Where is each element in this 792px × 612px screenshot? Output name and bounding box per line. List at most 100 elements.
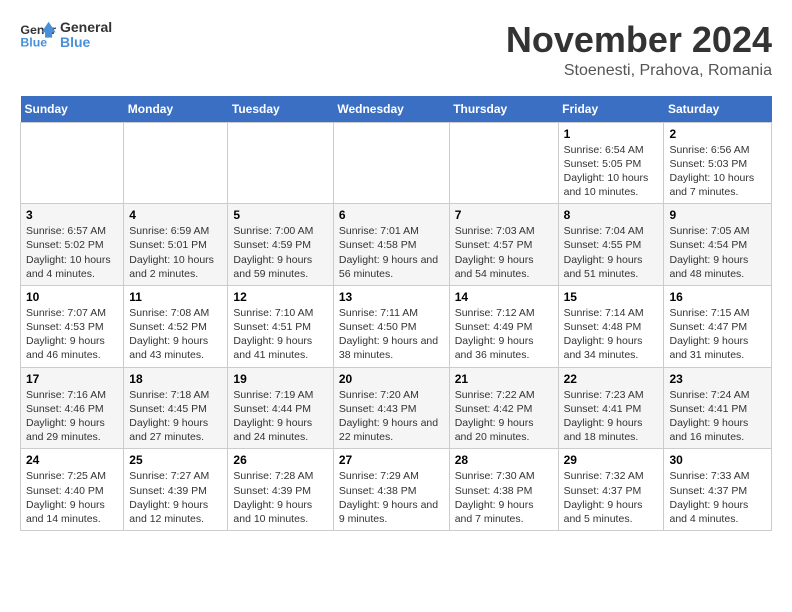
day-info: Sunrise: 7:22 AMSunset: 4:42 PMDaylight:… bbox=[455, 388, 553, 445]
day-number: 26 bbox=[233, 453, 327, 467]
day-number: 13 bbox=[339, 290, 444, 304]
logo-line1: General bbox=[60, 20, 112, 35]
day-info: Sunrise: 7:05 AMSunset: 4:54 PMDaylight:… bbox=[669, 224, 766, 281]
header: General Blue General Blue November 2024 … bbox=[20, 20, 772, 80]
header-monday: Monday bbox=[124, 96, 228, 123]
day-cell bbox=[228, 122, 333, 204]
day-info: Sunrise: 7:28 AMSunset: 4:39 PMDaylight:… bbox=[233, 469, 327, 526]
day-cell: 5Sunrise: 7:00 AMSunset: 4:59 PMDaylight… bbox=[228, 204, 333, 286]
day-info: Sunrise: 7:19 AMSunset: 4:44 PMDaylight:… bbox=[233, 388, 327, 445]
day-cell: 24 Sunrise: 7:25 AMSunset: 4:40 PMDayligh… bbox=[21, 449, 124, 531]
day-cell: 8Sunrise: 7:04 AMSunset: 4:55 PMDaylight… bbox=[558, 204, 664, 286]
week-row-2: 3Sunrise: 6:57 AMSunset: 5:02 PMDaylight… bbox=[21, 204, 772, 286]
day-number: 5 bbox=[233, 208, 327, 222]
day-info: Sunrise: 7:30 AMSunset: 4:38 PMDaylight:… bbox=[455, 469, 553, 526]
day-cell: 12Sunrise: 7:10 AMSunset: 4:51 PMDayligh… bbox=[228, 285, 333, 367]
day-cell: 22 Sunrise: 7:23 AMSunset: 4:41 PMDayligh… bbox=[558, 367, 664, 449]
day-info: Sunrise: 7:18 AMSunset: 4:45 PMDaylight:… bbox=[129, 388, 222, 445]
day-info: Sunrise: 7:29 AMSunset: 4:38 PMDaylight:… bbox=[339, 469, 444, 526]
day-cell: 4 Sunrise: 6:59 AMSunset: 5:01 PMDaylight… bbox=[124, 204, 228, 286]
title-block: November 2024 Stoenesti, Prahova, Romani… bbox=[506, 20, 772, 80]
day-info: Sunrise: 7:12 AMSunset: 4:49 PMDaylight:… bbox=[455, 306, 553, 363]
day-info: Sunrise: 7:04 AMSunset: 4:55 PMDaylight:… bbox=[564, 224, 659, 281]
day-cell: 13 Sunrise: 7:11 AMSunset: 4:50 PMDayligh… bbox=[333, 285, 449, 367]
day-number: 24 bbox=[26, 453, 118, 467]
day-number: 28 bbox=[455, 453, 553, 467]
day-number: 11 bbox=[129, 290, 222, 304]
day-info: Sunrise: 7:15 AMSunset: 4:47 PMDaylight:… bbox=[669, 306, 766, 363]
day-info: Sunrise: 7:25 AMSunset: 4:40 PMDaylight:… bbox=[26, 469, 118, 526]
day-cell: 18 Sunrise: 7:18 AMSunset: 4:45 PMDayligh… bbox=[124, 367, 228, 449]
day-number: 3 bbox=[26, 208, 118, 222]
day-info: Sunrise: 7:24 AMSunset: 4:41 PMDaylight:… bbox=[669, 388, 766, 445]
day-info: Sunrise: 7:23 AMSunset: 4:41 PMDaylight:… bbox=[564, 388, 659, 445]
day-number: 27 bbox=[339, 453, 444, 467]
logo-line2: Blue bbox=[60, 35, 112, 50]
day-number: 23 bbox=[669, 372, 766, 386]
day-cell: 6Sunrise: 7:01 AMSunset: 4:58 PMDaylight… bbox=[333, 204, 449, 286]
day-cell bbox=[124, 122, 228, 204]
day-cell: 17 Sunrise: 7:16 AMSunset: 4:46 PMDayligh… bbox=[21, 367, 124, 449]
day-info: Sunrise: 7:20 AMSunset: 4:43 PMDaylight:… bbox=[339, 388, 444, 445]
day-cell: 30 Sunrise: 7:33 AMSunset: 4:37 PMDayligh… bbox=[664, 449, 772, 531]
day-cell: 20 Sunrise: 7:20 AMSunset: 4:43 PMDayligh… bbox=[333, 367, 449, 449]
day-cell: 25Sunrise: 7:27 AMSunset: 4:39 PMDayligh… bbox=[124, 449, 228, 531]
day-cell: 19 Sunrise: 7:19 AMSunset: 4:44 PMDayligh… bbox=[228, 367, 333, 449]
day-cell: 21 Sunrise: 7:22 AMSunset: 4:42 PMDayligh… bbox=[449, 367, 558, 449]
month-title: November 2024 bbox=[506, 20, 772, 60]
day-info: Sunrise: 7:07 AMSunset: 4:53 PMDaylight:… bbox=[26, 306, 118, 363]
day-info: Sunrise: 7:32 AMSunset: 4:37 PMDaylight:… bbox=[564, 469, 659, 526]
day-number: 14 bbox=[455, 290, 553, 304]
day-info: Sunrise: 7:01 AMSunset: 4:58 PMDaylight:… bbox=[339, 224, 444, 281]
day-cell: 27 Sunrise: 7:29 AMSunset: 4:38 PMDayligh… bbox=[333, 449, 449, 531]
week-row-1: 1Sunrise: 6:54 AMSunset: 5:05 PMDaylight… bbox=[21, 122, 772, 204]
day-number: 9 bbox=[669, 208, 766, 222]
day-info: Sunrise: 6:56 AMSunset: 5:03 PMDaylight:… bbox=[669, 143, 766, 200]
day-cell: 2 Sunrise: 6:56 AMSunset: 5:03 PMDaylight… bbox=[664, 122, 772, 204]
day-number: 29 bbox=[564, 453, 659, 467]
day-info: Sunrise: 7:14 AMSunset: 4:48 PMDaylight:… bbox=[564, 306, 659, 363]
day-cell: 9 Sunrise: 7:05 AMSunset: 4:54 PMDaylight… bbox=[664, 204, 772, 286]
day-cell: 28 Sunrise: 7:30 AMSunset: 4:38 PMDayligh… bbox=[449, 449, 558, 531]
day-cell: 16 Sunrise: 7:15 AMSunset: 4:47 PMDayligh… bbox=[664, 285, 772, 367]
day-info: Sunrise: 6:59 AMSunset: 5:01 PMDaylight:… bbox=[129, 224, 222, 281]
logo: General Blue General Blue bbox=[20, 20, 112, 51]
day-cell: 29 Sunrise: 7:32 AMSunset: 4:37 PMDayligh… bbox=[558, 449, 664, 531]
day-info: Sunrise: 7:16 AMSunset: 4:46 PMDaylight:… bbox=[26, 388, 118, 445]
day-number: 19 bbox=[233, 372, 327, 386]
day-number: 21 bbox=[455, 372, 553, 386]
week-row-5: 24 Sunrise: 7:25 AMSunset: 4:40 PMDayligh… bbox=[21, 449, 772, 531]
day-cell bbox=[333, 122, 449, 204]
day-number: 22 bbox=[564, 372, 659, 386]
day-cell: 11Sunrise: 7:08 AMSunset: 4:52 PMDayligh… bbox=[124, 285, 228, 367]
day-cell: 15Sunrise: 7:14 AMSunset: 4:48 PMDayligh… bbox=[558, 285, 664, 367]
day-cell: 26 Sunrise: 7:28 AMSunset: 4:39 PMDayligh… bbox=[228, 449, 333, 531]
day-info: Sunrise: 7:33 AMSunset: 4:37 PMDaylight:… bbox=[669, 469, 766, 526]
header-tuesday: Tuesday bbox=[228, 96, 333, 123]
header-sunday: Sunday bbox=[21, 96, 124, 123]
calendar-table: SundayMondayTuesdayWednesdayThursdayFrid… bbox=[20, 96, 772, 531]
day-cell: 7 Sunrise: 7:03 AMSunset: 4:57 PMDaylight… bbox=[449, 204, 558, 286]
week-row-4: 17 Sunrise: 7:16 AMSunset: 4:46 PMDayligh… bbox=[21, 367, 772, 449]
day-number: 2 bbox=[669, 127, 766, 141]
day-number: 4 bbox=[129, 208, 222, 222]
day-number: 30 bbox=[669, 453, 766, 467]
day-number: 1 bbox=[564, 127, 659, 141]
header-thursday: Thursday bbox=[449, 96, 558, 123]
svg-text:Blue: Blue bbox=[20, 36, 47, 50]
day-info: Sunrise: 7:03 AMSunset: 4:57 PMDaylight:… bbox=[455, 224, 553, 281]
day-cell: 1Sunrise: 6:54 AMSunset: 5:05 PMDaylight… bbox=[558, 122, 664, 204]
day-info: Sunrise: 7:11 AMSunset: 4:50 PMDaylight:… bbox=[339, 306, 444, 363]
header-friday: Friday bbox=[558, 96, 664, 123]
day-number: 18 bbox=[129, 372, 222, 386]
day-cell: 23 Sunrise: 7:24 AMSunset: 4:41 PMDayligh… bbox=[664, 367, 772, 449]
day-number: 7 bbox=[455, 208, 553, 222]
day-number: 16 bbox=[669, 290, 766, 304]
logo-icon: General Blue bbox=[20, 20, 56, 50]
day-number: 17 bbox=[26, 372, 118, 386]
day-number: 10 bbox=[26, 290, 118, 304]
day-number: 25 bbox=[129, 453, 222, 467]
day-number: 20 bbox=[339, 372, 444, 386]
location-title: Stoenesti, Prahova, Romania bbox=[506, 62, 772, 80]
day-cell: 14 Sunrise: 7:12 AMSunset: 4:49 PMDayligh… bbox=[449, 285, 558, 367]
